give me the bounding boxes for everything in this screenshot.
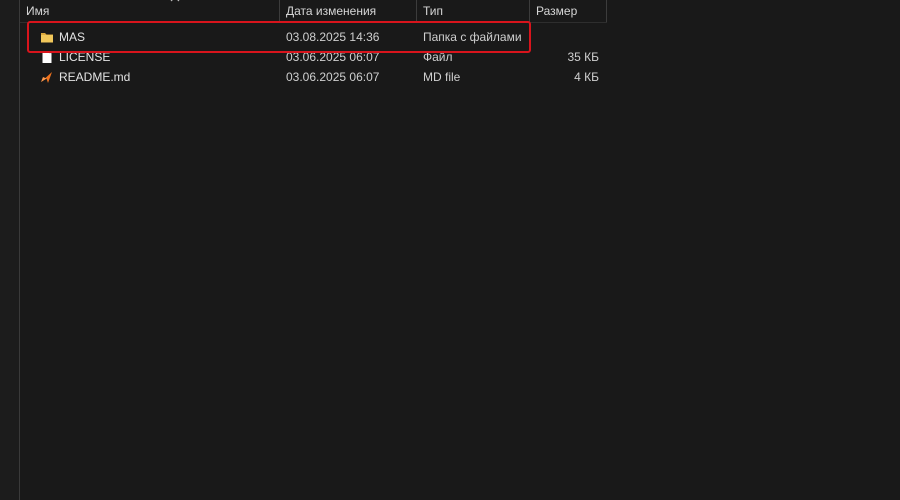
file-explorer-window: Имя Дата изменения Тип Размер MAS 03.08.…	[0, 0, 900, 500]
column-header-name[interactable]: Имя	[20, 0, 280, 22]
file-type: Файл	[423, 50, 453, 64]
file-size: 35 КБ	[567, 50, 599, 64]
file-row-readme[interactable]: README.md 03.06.2025 06:07 MD file 4 КБ	[20, 67, 607, 87]
column-header-type[interactable]: Тип	[417, 0, 530, 22]
folder-icon	[41, 33, 53, 43]
column-header-date[interactable]: Дата изменения	[280, 0, 417, 22]
file-date: 03.06.2025 06:07	[286, 50, 380, 64]
file-name-cell: README.md	[40, 67, 280, 87]
file-name-cell: MAS	[40, 27, 280, 47]
sort-ascending-icon	[170, 0, 180, 2]
file-type: Папка с файлами	[423, 30, 522, 44]
file-type: MD file	[423, 70, 461, 84]
column-header-size[interactable]: Размер	[530, 0, 607, 22]
file-date: 03.06.2025 06:07	[286, 70, 380, 84]
blank-file-icon	[42, 51, 52, 63]
column-header-bar: Имя Дата изменения Тип Размер	[20, 0, 607, 23]
file-name-cell: LICENSE	[40, 47, 280, 67]
file-date: 03.08.2025 14:36	[286, 30, 380, 44]
file-row-license[interactable]: LICENSE 03.06.2025 06:07 Файл 35 КБ	[20, 47, 607, 67]
markdown-file-icon	[41, 72, 52, 83]
file-size	[533, 27, 599, 47]
file-size: 4 КБ	[574, 70, 599, 84]
navigation-pane-edge[interactable]	[0, 0, 20, 500]
file-list: MAS 03.08.2025 14:36 Папка с файлами LIC…	[20, 27, 607, 87]
file-row-mas[interactable]: MAS 03.08.2025 14:36 Папка с файлами	[20, 27, 607, 47]
